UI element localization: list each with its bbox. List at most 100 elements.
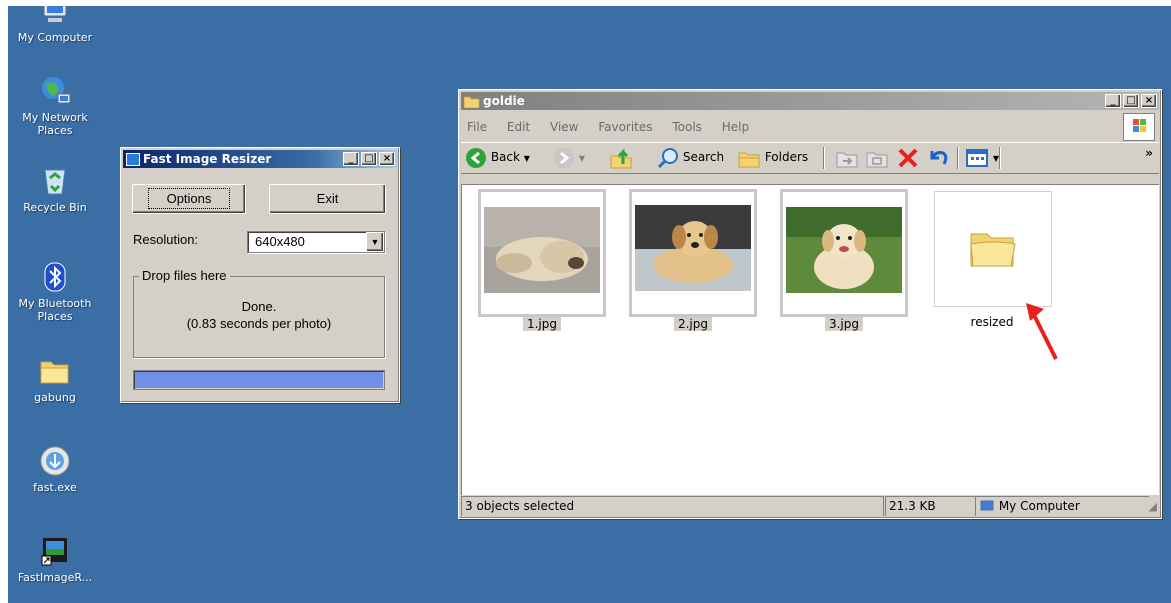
options-button[interactable]: Options — [132, 184, 246, 214]
back-button[interactable]: Back ▼ — [465, 143, 530, 171]
minimize-button[interactable]: _ — [343, 152, 359, 166]
resizer-titlebar[interactable]: Fast Image Resizer _ □ × — [123, 150, 397, 168]
desktop-icon-label: My Bluetooth Places — [18, 297, 92, 323]
copy-to-button[interactable] — [865, 143, 889, 171]
maximize-button[interactable]: □ — [1123, 94, 1139, 108]
status-zone-label: My Computer — [998, 499, 1080, 513]
fast-image-resizer-window: Fast Image Resizer _ □ × Options Exit Re… — [120, 147, 400, 403]
file-name: 3.jpg — [780, 317, 908, 331]
file-item[interactable]: 3.jpg — [780, 189, 908, 339]
desktop-icon-label: My Network Places — [22, 111, 88, 137]
desktop-icon-label: fast.exe — [33, 481, 77, 494]
search-label: Search — [682, 150, 725, 164]
puppy-grass-thumbnail — [786, 207, 902, 293]
desktop-icon-fastimage-shortcut[interactable]: FastImageR... — [12, 534, 98, 584]
folders-label: Folders — [764, 150, 809, 164]
desktop-icon-bluetooth[interactable]: My Bluetooth Places — [12, 260, 98, 323]
folder-icon — [463, 95, 480, 113]
desktop-icon-label: gabung — [34, 391, 76, 404]
status-zone: My Computer — [975, 496, 1149, 516]
maximize-button[interactable]: □ — [361, 152, 377, 166]
views-button[interactable]: ▼ — [965, 143, 999, 171]
installer-icon — [38, 444, 72, 478]
folder-icon — [970, 233, 1016, 267]
move-to-icon — [836, 152, 858, 167]
minimize-button[interactable]: _ — [1105, 94, 1121, 108]
search-icon — [657, 147, 678, 168]
my-computer-icon — [38, 6, 72, 28]
progress-fill — [135, 372, 383, 388]
resolution-value: 640x480 — [255, 234, 305, 249]
desktop-icon-network-places[interactable]: My Network Places — [12, 74, 98, 137]
desktop-icon-label: FastImageR... — [17, 571, 93, 584]
folders-icon — [738, 152, 760, 167]
network-places-icon — [38, 74, 72, 108]
toolbar-separator — [999, 147, 1001, 169]
menu-help[interactable]: Help — [722, 120, 749, 134]
resize-grip-icon[interactable]: ◢ — [1149, 500, 1157, 513]
status-bar: 3 objects selected 21.3 KB My Computer ◢ — [461, 496, 1159, 516]
file-name: 1.jpg — [478, 317, 606, 331]
file-item[interactable]: 1.jpg — [478, 189, 606, 339]
app-shortcut-icon — [38, 534, 72, 568]
desktop-icon-recycle-bin[interactable]: Recycle Bin — [12, 164, 98, 214]
menu-edit[interactable]: Edit — [507, 120, 530, 134]
desktop-icon-gabung[interactable]: gabung — [12, 354, 98, 404]
menu-bar: File Edit View Favorites Tools Help — [467, 118, 765, 136]
status-size: 21.3 KB — [885, 496, 976, 516]
status-line-2: (0.83 seconds per photo) — [186, 316, 332, 331]
toolbar: Back ▼ ▼ Search Folders ▼ » — [461, 142, 1159, 174]
undo-button[interactable] — [927, 143, 949, 171]
puppy-sleeping-thumbnail — [484, 207, 600, 293]
resolution-select[interactable]: 640x480 ▼ — [247, 231, 385, 253]
file-item[interactable]: 2.jpg — [629, 189, 757, 339]
desktop-icon-fast-exe[interactable]: fast.exe — [12, 444, 98, 494]
menu-favorites[interactable]: Favorites — [598, 120, 652, 134]
windows-logo-icon — [1123, 113, 1155, 141]
chevron-down-icon[interactable]: ▼ — [366, 232, 384, 252]
menu-view[interactable]: View — [550, 120, 578, 134]
resizer-app-icon — [126, 153, 140, 166]
annotation-arrow — [1026, 303, 1058, 360]
file-view: 1.jpg 2.jpg 3.jpg resized — [461, 184, 1159, 495]
my-computer-icon — [980, 500, 994, 513]
thumbnail-frame — [629, 189, 757, 317]
toolbar-overflow-chevron[interactable]: » — [1145, 146, 1153, 160]
desktop-icon-label: Recycle Bin — [23, 201, 87, 214]
close-button[interactable]: × — [1141, 94, 1157, 108]
explorer-window: goldie _ □ × File Edit View Favorites To… — [458, 89, 1162, 519]
menu-tools[interactable]: Tools — [672, 120, 702, 134]
desktop: My Computer My Network Places Recycle Bi… — [8, 6, 1171, 603]
exit-label: Exit — [316, 191, 339, 206]
up-folder-button[interactable] — [609, 143, 633, 171]
thumbnail-frame — [780, 189, 908, 317]
resizer-title: Fast Image Resizer — [143, 152, 272, 166]
bluetooth-icon — [38, 260, 72, 294]
explorer-titlebar[interactable]: goldie _ □ × — [461, 92, 1159, 110]
chevron-down-icon[interactable]: ▼ — [579, 154, 585, 163]
delete-button[interactable] — [897, 143, 919, 171]
resolution-label: Resolution: — [133, 232, 199, 247]
recycle-bin-icon — [38, 164, 72, 198]
search-button[interactable]: Search — [657, 143, 724, 171]
explorer-title: goldie — [483, 94, 525, 108]
views-icon — [966, 148, 988, 167]
file-name: 2.jpg — [629, 317, 757, 331]
move-to-button[interactable] — [835, 143, 859, 171]
desktop-icon-my-computer[interactable]: My Computer — [12, 6, 98, 44]
forward-button[interactable]: ▼ — [553, 143, 585, 171]
progress-bar — [133, 370, 385, 390]
back-label: Back — [490, 150, 520, 164]
up-folder-icon — [610, 147, 632, 168]
exit-button[interactable]: Exit — [269, 184, 386, 214]
folders-button[interactable]: Folders — [737, 143, 808, 171]
menu-file[interactable]: File — [467, 120, 487, 134]
desktop-icon-label: My Computer — [17, 31, 93, 44]
thumbnail-frame — [934, 191, 1052, 307]
chevron-down-icon[interactable]: ▼ — [524, 154, 530, 163]
drop-zone[interactable]: Drop files here Done. (0.83 seconds per … — [133, 268, 385, 358]
copy-to-icon — [866, 152, 888, 167]
thumbnail-frame — [478, 189, 606, 317]
close-button[interactable]: × — [379, 152, 395, 166]
status-line-1: Done. — [241, 299, 277, 314]
